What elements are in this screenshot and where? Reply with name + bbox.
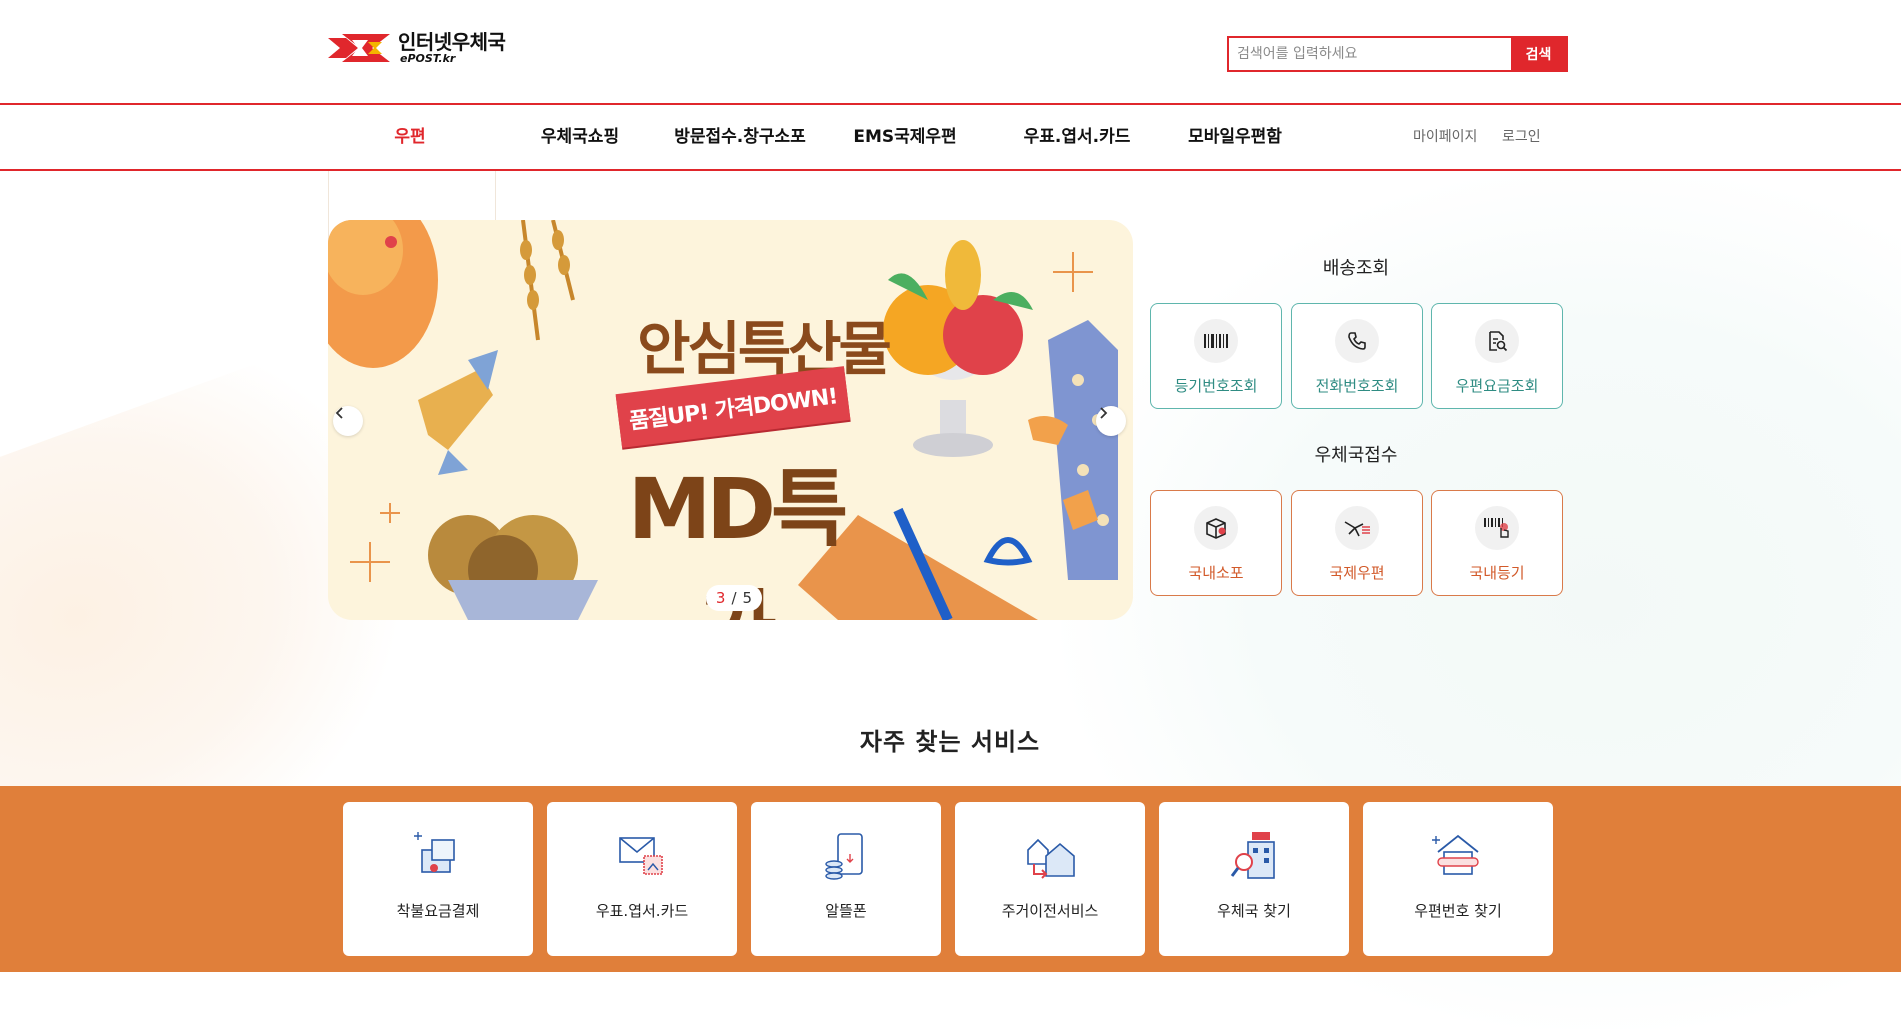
logo-text-english: ePOST.kr — [400, 52, 456, 65]
document-search-icon — [1475, 319, 1519, 363]
site-header: 인터넷우체국 ePOST.kr 검색 — [0, 0, 1901, 103]
logo-text-korean: 인터넷우체국 — [398, 30, 506, 54]
main-nav: 우편 우체국쇼핑 방문접수.창구소포 EMS국제우편 우표.엽서.카드 모바일우… — [0, 103, 1901, 171]
chevron-left-icon — [335, 407, 343, 419]
search-box: 검색 — [1227, 36, 1568, 72]
house-move-card[interactable]: 주거이전서비스 — [955, 802, 1145, 956]
pager-total: 5 — [742, 589, 753, 607]
banner-pager: 3 / 5 — [706, 585, 762, 611]
nav-item-postal[interactable]: 우편 — [380, 105, 440, 169]
international-mail-label: 국제우편 — [1329, 564, 1385, 582]
stamp-card-label: 우표.엽서.카드 — [595, 902, 689, 920]
zipcode-house-icon — [1432, 834, 1479, 875]
find-zipcode-label: 우편번호 찾기 — [1414, 902, 1502, 920]
postage-fee-lookup-label: 우편요금조회 — [1455, 377, 1539, 395]
frequent-services-band — [0, 786, 1901, 972]
promo-banner[interactable]: 안심특산물 품질UP! 가격DOWN! MD특가 3 / 5 — [328, 220, 1133, 620]
pager-current: 3 — [715, 589, 726, 607]
find-post-office-card[interactable]: 우체국 찾기 — [1159, 802, 1349, 956]
pager-separator: / — [731, 589, 737, 607]
domestic-parcel-button[interactable]: 국내소포 — [1150, 490, 1282, 596]
parcel-box-icon — [1194, 506, 1238, 550]
registered-number-lookup-button[interactable]: 등기번호조회 — [1150, 303, 1282, 409]
barcode-icon — [1194, 319, 1238, 363]
search-button[interactable]: 검색 — [1511, 38, 1566, 70]
barcode-hand-icon — [1475, 506, 1519, 550]
postage-fee-lookup-button[interactable]: 우편요금조회 — [1431, 303, 1563, 409]
stamp-card-card[interactable]: 우표.엽서.카드 — [547, 802, 737, 956]
frequent-services-title: 자주 찾는 서비스 — [859, 728, 1041, 756]
phone-number-lookup-button[interactable]: 전화번호조회 — [1291, 303, 1423, 409]
find-zipcode-card[interactable]: 우편번호 찾기 — [1363, 802, 1553, 956]
mypage-link[interactable]: 마이페이지 — [1413, 105, 1477, 169]
phone-icon — [1335, 319, 1379, 363]
search-input[interactable] — [1229, 38, 1511, 70]
cod-payment-icon — [414, 832, 455, 873]
login-link[interactable]: 로그인 — [1502, 105, 1541, 169]
banner-title: 안심특산물 — [637, 315, 892, 383]
registered-number-lookup-label: 등기번호조회 — [1174, 377, 1258, 395]
domestic-registered-button[interactable]: 국내등기 — [1431, 490, 1563, 596]
house-move-icon — [1027, 838, 1075, 879]
nav-item-ems[interactable]: EMS국제우편 — [845, 105, 965, 169]
site-logo[interactable]: 인터넷우체국 ePOST.kr — [328, 30, 506, 66]
domestic-registered-label: 국내등기 — [1469, 564, 1525, 582]
mobile-phone-icon — [825, 833, 863, 880]
international-mail-button[interactable]: 국제우편 — [1291, 490, 1423, 596]
banner-prev-button[interactable] — [333, 406, 363, 436]
mobile-phone-label: 알뜰폰 — [825, 902, 867, 920]
airplane-icon — [1335, 506, 1379, 550]
find-post-office-label: 우체국 찾기 — [1217, 902, 1291, 920]
nav-item-shopping[interactable]: 우체국쇼핑 — [530, 105, 630, 169]
cod-payment-card[interactable]: 착불요금결제 — [343, 802, 533, 956]
banner-next-button[interactable] — [1096, 406, 1126, 436]
post-office-section-title: 우체국접수 — [1314, 445, 1398, 466]
nav-item-stamps[interactable]: 우표.엽서.카드 — [1012, 105, 1142, 169]
phone-number-lookup-label: 전화번호조회 — [1315, 377, 1399, 395]
domestic-parcel-label: 국내소포 — [1188, 564, 1244, 582]
epost-logo-icon — [328, 34, 390, 62]
stamp-card-icon — [619, 837, 663, 875]
post-office-search-icon — [1230, 832, 1275, 879]
nav-item-visit-parcel[interactable]: 방문접수.창구소포 — [670, 105, 810, 169]
house-move-label: 주거이전서비스 — [1001, 902, 1099, 920]
cod-payment-label: 착불요금결제 — [396, 902, 480, 920]
mobile-phone-card[interactable]: 알뜰폰 — [751, 802, 941, 956]
nav-item-mobile-mailbox[interactable]: 모바일우편함 — [1180, 105, 1290, 169]
chevron-right-icon — [1100, 407, 1108, 419]
delivery-section-title: 배송조회 — [1322, 258, 1390, 279]
